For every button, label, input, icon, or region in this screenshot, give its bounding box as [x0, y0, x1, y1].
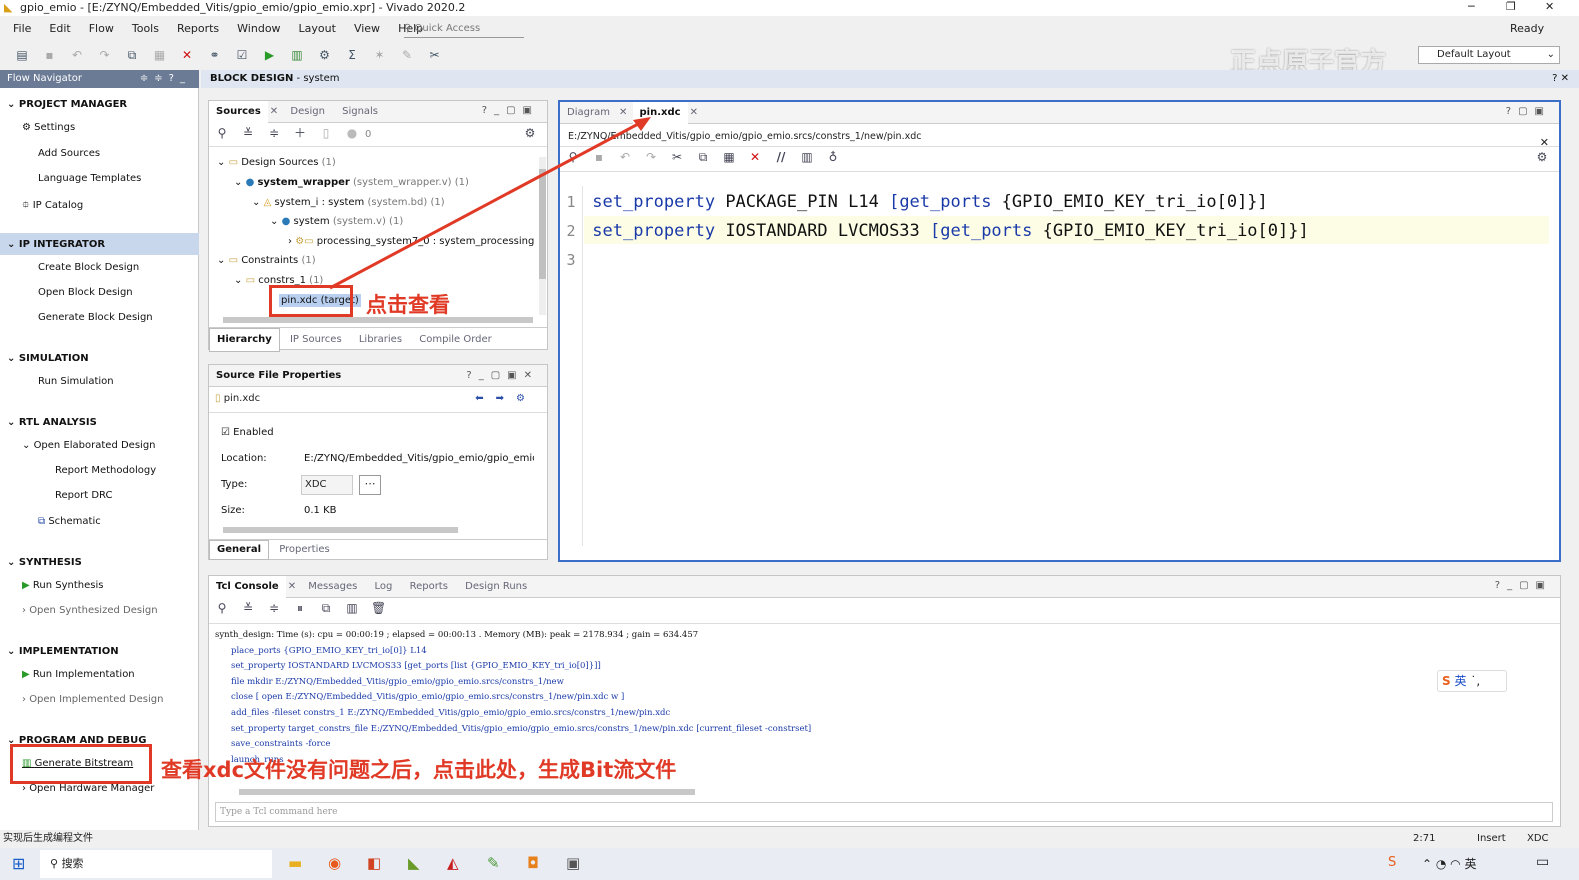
- taskbar-search[interactable]: ⚲ 搜索: [40, 850, 272, 878]
- edit-mode: Insert: [1477, 833, 1506, 844]
- status-message: 实现后生成编程文件: [3, 833, 93, 844]
- terminal-icon[interactable]: ▣: [566, 854, 580, 872]
- taskbar-search-text: 搜索: [61, 857, 84, 870]
- editor-app-icon[interactable]: ✎: [487, 854, 500, 872]
- notification-icon[interactable]: ▭: [1536, 854, 1549, 870]
- windows-start-icon[interactable]: ⊞: [12, 854, 25, 873]
- cursor-position: 2:71: [1413, 833, 1436, 844]
- annotation-arrow: [329, 117, 651, 290]
- taskbar: ⊞ ⚲ 搜索 ▬ ◉ ◧ ◣ ◭ ✎ ◘ ▣ S ⌃ ◔ ◠ 英 ▭: [0, 848, 1579, 880]
- matlab-icon[interactable]: ◭: [447, 854, 459, 872]
- file-explorer-icon[interactable]: ▬: [288, 854, 302, 872]
- tray-icons[interactable]: ⌃ ◔ ◠ 英: [1422, 855, 1476, 872]
- vivado-icon[interactable]: ◣: [408, 854, 420, 872]
- firefox-icon[interactable]: ◉: [328, 854, 341, 872]
- app-icon[interactable]: ◘: [527, 854, 539, 872]
- status-bar: 实现后生成编程文件 2:71 Insert XDC: [0, 830, 1579, 848]
- powerpoint-icon[interactable]: ◧: [367, 854, 381, 872]
- search-icon: ⚲: [50, 857, 59, 870]
- file-type: XDC: [1527, 833, 1549, 844]
- sogou-tray-icon[interactable]: S: [1388, 855, 1396, 870]
